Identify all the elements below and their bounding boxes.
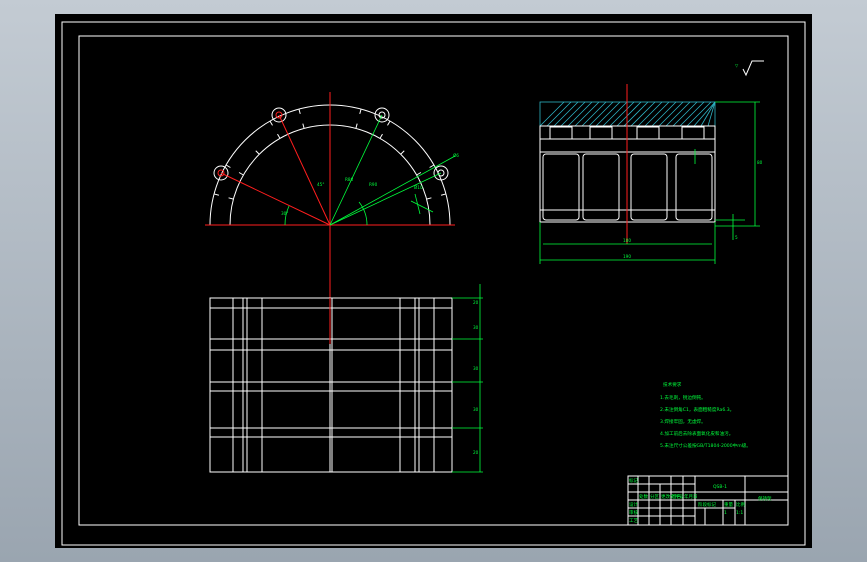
svg-text:▽: ▽ [735,63,739,68]
ring-notch [277,133,281,139]
side-top-cell [681,126,705,140]
side-hatch-line [581,101,607,127]
dim-detail-a: Ø10 [414,185,423,190]
dim-radius-1: R80 [345,177,354,182]
side-hatch-line [665,101,691,127]
ring-notch [238,172,244,176]
front-dim-text: 20 [473,300,479,305]
front-dim-text: 30 [473,407,479,412]
tb-sheet: 1 [724,510,727,516]
side-hatch-line [630,101,656,127]
side-hatch-line [686,101,712,127]
tb-label: 分区 [650,493,659,500]
front-dim-text: 30 [473,325,479,330]
side-dim-height: 80 [757,160,763,165]
note-item: 4.加工前后去除表面氧化皮和油污。 [660,430,733,437]
ring-notch [269,120,273,126]
side-dim-total: 190 [623,254,631,259]
side-top-cell [636,126,660,140]
side-hatch-line [602,101,628,127]
ring-notch [228,197,234,200]
tb-scale: 1:1 [736,510,743,516]
note-item: 2.未注倒角C1，表面粗糙度Ra6.3。 [660,406,734,413]
ring-notch [225,164,231,168]
side-hatch-line [700,101,716,127]
roughness-symbol: ▽ [735,60,764,77]
side-dim-inner: 180 [623,238,631,243]
side-top-cell [549,126,573,140]
side-hatch-line [644,101,670,127]
tb-weight: 重量 [724,501,733,508]
tb-label: 签名 [672,493,681,500]
dim-radius-2: R90 [369,182,378,187]
tb-label: 标记 [629,477,638,484]
front-dim-text: 20 [473,450,479,455]
tb-row: 审核 [629,509,638,516]
side-hatch-line [672,101,698,127]
side-hatch-line [539,101,565,127]
ring-notch [213,193,220,196]
tb-row: 工艺 [629,518,638,524]
tb-label: 处数 [639,493,648,500]
ring-notch [429,164,435,168]
ring-notch [298,108,301,115]
tb-label: 年月日 [684,493,698,500]
ring-notch [379,133,383,139]
side-hatch-line [553,101,579,127]
front-dim-text: 30 [473,366,479,371]
part-name: 保持架 [758,495,772,502]
note-item: 1.去毛刺，锐边倒钝。 [660,394,706,401]
side-top-cell [589,126,613,140]
note-item: 3.焊接牢固，无虚焊。 [660,418,706,425]
ring-notch [400,150,405,155]
ring-notch [255,150,260,155]
cad-drawing: 30° 45° R80 R90 Ø6 Ø10 ▽ 2030303020 8018… [61,21,806,546]
notes-title: 技术要求 [663,381,682,388]
side-hatch-line [651,101,677,127]
ring-notch [426,197,432,200]
side-hatch-line [658,101,684,127]
tb-row: 设计 [629,501,638,508]
tb-ratio: 比例 [736,501,745,508]
ring-notch [416,172,422,176]
dim-detail-b: Ø6 [453,153,459,158]
dim-angle-2: 45° [317,182,324,187]
drawing-code: QSB-1 [713,484,727,490]
side-view: 80 180 190 5 [539,84,763,264]
ring-notch [355,123,358,129]
ring-notch [302,123,305,129]
side-hatch-line [567,101,593,127]
ring-notch [387,120,391,126]
ring-notch [359,108,362,115]
ring-notch [440,193,447,196]
title-block: QSB-1 保持架 标记 处数 分区 更改文件号 签名 年月日 设计 审核 工艺… [627,475,789,526]
front-outline [209,297,453,473]
side-hatch-line [574,101,600,127]
side-hatch-line [637,101,663,127]
side-hatch-line [560,101,586,127]
side-hatch-line [679,101,705,127]
tb-stage: 阶段标记 [698,501,716,508]
side-hatch-line [588,101,614,127]
side-dim-small: 5 [735,235,738,240]
side-hatch-line [595,101,621,127]
note-item: 5.未注尺寸公差按GB/T1804-2000中m级。 [660,442,751,449]
side-hatch-line [623,101,649,127]
drawing-sheet: 30° 45° R80 R90 Ø6 Ø10 ▽ 20 30 30 30 20 80 18… [55,14,812,548]
technical-notes: 技术要求 1.去毛刺，锐边倒钝。 2.未注倒角C1，表面粗糙度Ra6.3。 3.… [660,381,751,449]
front-view: 20 30 30 30 20 [209,284,483,473]
side-hatch-line [616,101,642,127]
dim-angle-1: 30° [281,211,288,216]
side-hatch-line [609,101,635,127]
side-hatch-line [546,101,572,127]
